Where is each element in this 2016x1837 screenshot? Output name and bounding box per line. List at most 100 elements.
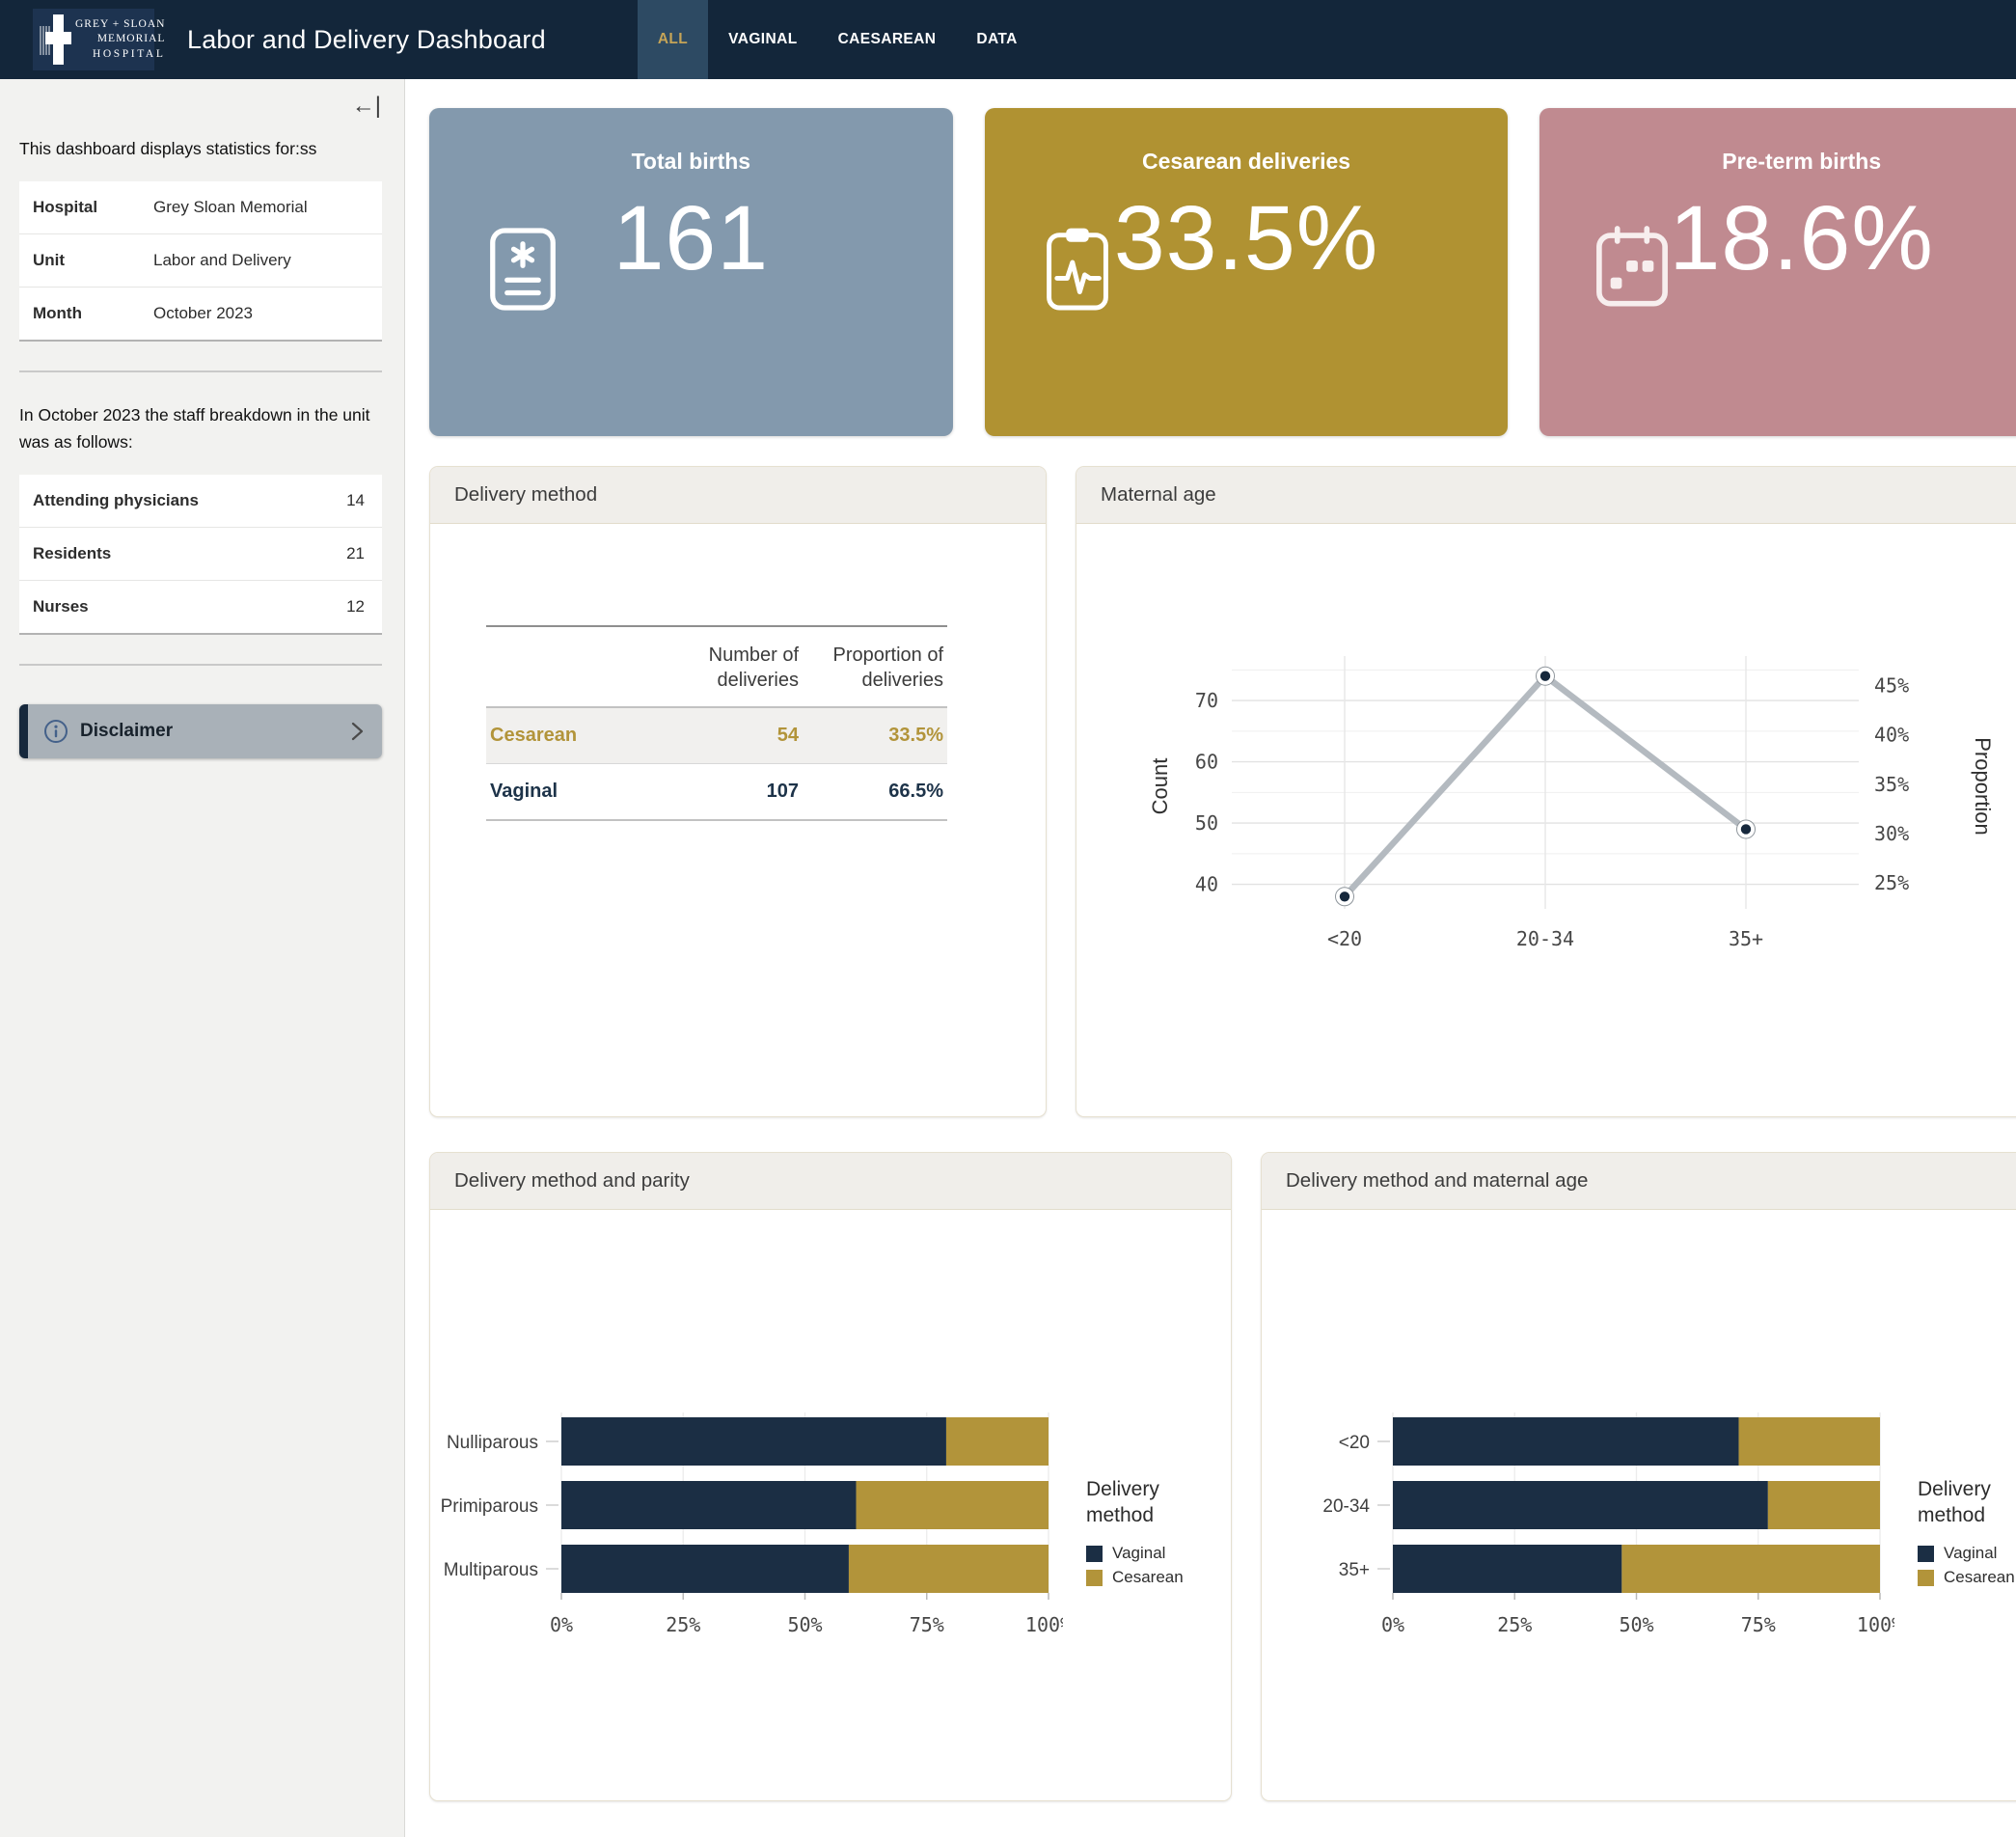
main-content: Total births 161 Cesarean (405, 79, 2016, 1837)
svg-text:Proportion: Proportion (1971, 737, 1995, 836)
svg-text:50%: 50% (787, 1613, 822, 1636)
svg-text:75%: 75% (910, 1613, 944, 1636)
table-row: Month October 2023 (19, 288, 382, 340)
value-box-preterm-births: Pre-term births 18.6% (1539, 108, 2016, 436)
card-title: Delivery method (430, 467, 1046, 524)
tab-data[interactable]: DATA (956, 0, 1037, 79)
svg-text:100%: 100% (1025, 1613, 1063, 1636)
staff-value: 12 (346, 597, 368, 617)
table-row: Hospital Grey Sloan Memorial (19, 181, 382, 234)
svg-text:0%: 0% (550, 1613, 573, 1636)
table-row: Attending physicians 14 (19, 475, 382, 528)
svg-text:35+: 35+ (1339, 1560, 1370, 1580)
hospital-cross-icon (39, 13, 71, 67)
legend-label: Vaginal (1944, 1544, 1997, 1563)
maternal-age-card: Maternal age 4050607025%30%35%40%45%<202… (1076, 466, 2016, 1117)
staff-intro-text: In October 2023 the staff breakdown in t… (19, 401, 377, 455)
row-label: Vaginal (486, 764, 658, 821)
legend-item-cesarean: Cesarean (1086, 1568, 1221, 1587)
calendar-week-icon (1594, 226, 1671, 309)
sidebar-divider (19, 370, 382, 372)
table-row: Unit Labor and Delivery (19, 234, 382, 288)
logo-line2: MEMORIAL (75, 32, 165, 46)
svg-text:50%: 50% (1619, 1613, 1653, 1636)
staff-value: 21 (346, 544, 368, 563)
logo-line1: GREY + SLOAN (75, 17, 165, 32)
hospital-info-table: Hospital Grey Sloan Memorial Unit Labor … (19, 181, 382, 342)
card-title: Delivery method and maternal age (1262, 1153, 2016, 1210)
info-value: Labor and Delivery (153, 251, 291, 270)
svg-text:50: 50 (1195, 811, 1218, 835)
logo-line3: HOSPITAL (75, 47, 165, 62)
table-row-cesarean: Cesarean 54 33.5% (486, 707, 947, 764)
value-box-value: 18.6% (1669, 188, 1933, 289)
age-mix-stacked-bar-chart: <2020-3435+0%25%50%75%100% (1267, 1408, 1894, 1656)
charts-row-2: Delivery method and parity NulliparousPr… (429, 1152, 2016, 1801)
legend-item-vaginal: Vaginal (1086, 1544, 1221, 1563)
table-row: Nurses 12 (19, 581, 382, 633)
sidebar-intro-text: This dashboard displays statistics for:s… (19, 135, 377, 162)
maternal-age-body: 4050607025%30%35%40%45%<2020-3435+CountP… (1076, 524, 2016, 1116)
file-medical-icon (483, 226, 562, 313)
col-header-number: Number of deliveries (658, 626, 803, 707)
svg-text:70: 70 (1195, 689, 1218, 712)
svg-text:0%: 0% (1381, 1613, 1404, 1636)
col-header-proportion: Proportion of deliveries (803, 626, 947, 707)
disclaimer-label: Disclaimer (80, 721, 173, 742)
value-box-cesarean-deliveries: Cesarean deliveries 33.5% (985, 108, 1509, 436)
sidebar-divider (19, 664, 382, 666)
value-box-total-births: Total births 161 (429, 108, 953, 436)
sidebar-collapse-icon[interactable]: ←| (352, 95, 381, 118)
value-box-title: Total births (632, 149, 751, 175)
delivery-method-legend: Delivery method Vaginal Cesarean (1086, 1476, 1221, 1588)
tab-vaginal[interactable]: VAGINAL (708, 0, 817, 79)
row-label: Cesarean (486, 707, 658, 764)
svg-text:25%: 25% (1497, 1613, 1532, 1636)
svg-text:<20: <20 (1327, 927, 1362, 950)
svg-text:60: 60 (1195, 751, 1218, 774)
cell-number: 54 (658, 707, 803, 764)
staff-table: Attending physicians 14 Residents 21 Nur… (19, 475, 382, 635)
value-box-title: Cesarean deliveries (1142, 149, 1350, 175)
cell-proportion: 33.5% (803, 707, 947, 764)
svg-text:Primiparous: Primiparous (441, 1496, 538, 1517)
table-row: Residents 21 (19, 528, 382, 581)
legend-title: Delivery method (1918, 1476, 2016, 1529)
info-label: Month (33, 304, 153, 323)
legend-item-cesarean: Cesarean (1918, 1568, 2016, 1587)
staff-label: Residents (33, 544, 346, 563)
svg-text:45%: 45% (1874, 674, 1909, 698)
value-box-value: 161 (613, 188, 770, 289)
disclaimer-accordion[interactable]: Disclaimer (19, 704, 382, 758)
chevron-right-icon (347, 719, 367, 744)
charts-row-1: Delivery method Number of deliveries Pro… (429, 466, 2016, 1117)
cell-number: 107 (658, 764, 803, 821)
svg-text:20-34: 20-34 (1322, 1496, 1370, 1517)
delivery-method-table: Number of deliveries Proportion of deliv… (486, 625, 947, 821)
col-header-empty (486, 626, 658, 707)
legend-label: Vaginal (1112, 1544, 1165, 1563)
value-box-row: Total births 161 Cesarean (429, 108, 2016, 436)
svg-text:Count: Count (1148, 758, 1172, 815)
card-title: Maternal age (1076, 467, 2016, 524)
tab-all[interactable]: ALL (638, 0, 708, 79)
staff-label: Nurses (33, 597, 346, 617)
hospital-logo: GREY + SLOAN MEMORIAL HOSPITAL (33, 9, 154, 70)
main-nav: ALL VAGINAL CAESAREAN DATA (638, 0, 1038, 79)
svg-text:40: 40 (1195, 873, 1218, 896)
cell-proportion: 66.5% (803, 764, 947, 821)
table-header-row: Number of deliveries Proportion of deliv… (486, 626, 947, 707)
app-root: GREY + SLOAN MEMORIAL HOSPITAL Labor and… (0, 0, 2016, 1837)
vaginal-swatch (1086, 1546, 1103, 1562)
clipboard-pulse-icon (1039, 226, 1116, 313)
legend-title: Delivery method (1086, 1476, 1192, 1529)
hospital-logo-text: GREY + SLOAN MEMORIAL HOSPITAL (75, 17, 165, 62)
svg-text:25%: 25% (1874, 871, 1909, 894)
app-header: GREY + SLOAN MEMORIAL HOSPITAL Labor and… (0, 0, 2016, 79)
tab-caesarean[interactable]: CAESAREAN (818, 0, 957, 79)
value-box-value: 33.5% (1114, 188, 1378, 289)
page-title: Labor and Delivery Dashboard (187, 25, 546, 55)
parity-card: Delivery method and parity NulliparousPr… (429, 1152, 1232, 1801)
svg-text:35%: 35% (1874, 773, 1909, 796)
info-label: Unit (33, 251, 153, 270)
